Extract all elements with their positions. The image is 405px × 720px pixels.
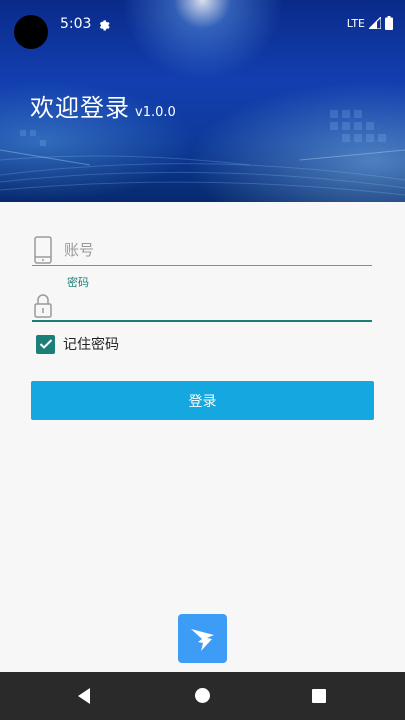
gear-icon: [99, 20, 110, 31]
navigation-bar: [0, 672, 405, 720]
status-bar: 5:03 LTE: [0, 0, 405, 50]
account-input[interactable]: [64, 238, 364, 262]
remember-password[interactable]: 记住密码: [36, 334, 119, 354]
status-time: 5:03: [60, 16, 92, 32]
remember-label: 记住密码: [63, 337, 119, 353]
phone-icon: [34, 236, 52, 264]
home-icon[interactable]: [195, 688, 210, 703]
network-type: LTE: [346, 16, 365, 30]
back-icon[interactable]: [76, 687, 92, 705]
signal-icon: [369, 17, 381, 29]
recents-icon[interactable]: [312, 689, 326, 703]
bird-logo-icon: [190, 628, 214, 651]
password-input[interactable]: [64, 296, 364, 318]
welcome-title: 欢迎登录: [30, 94, 130, 122]
password-field[interactable]: [32, 290, 372, 322]
remember-checkbox[interactable]: [36, 334, 55, 354]
app-logo: [178, 614, 227, 663]
account-field[interactable]: [32, 236, 372, 266]
system-indicators: LTE: [347, 16, 393, 30]
camera-cutout: [14, 15, 48, 49]
battery-icon: [385, 16, 393, 30]
password-label: 密码: [67, 276, 89, 289]
login-button[interactable]: 登录: [31, 381, 374, 420]
page-title: 欢迎登录 v1.0.0: [30, 88, 176, 123]
checkmark-icon: [39, 339, 52, 349]
lock-icon: [34, 294, 52, 318]
version-label: v1.0.0: [135, 105, 176, 120]
